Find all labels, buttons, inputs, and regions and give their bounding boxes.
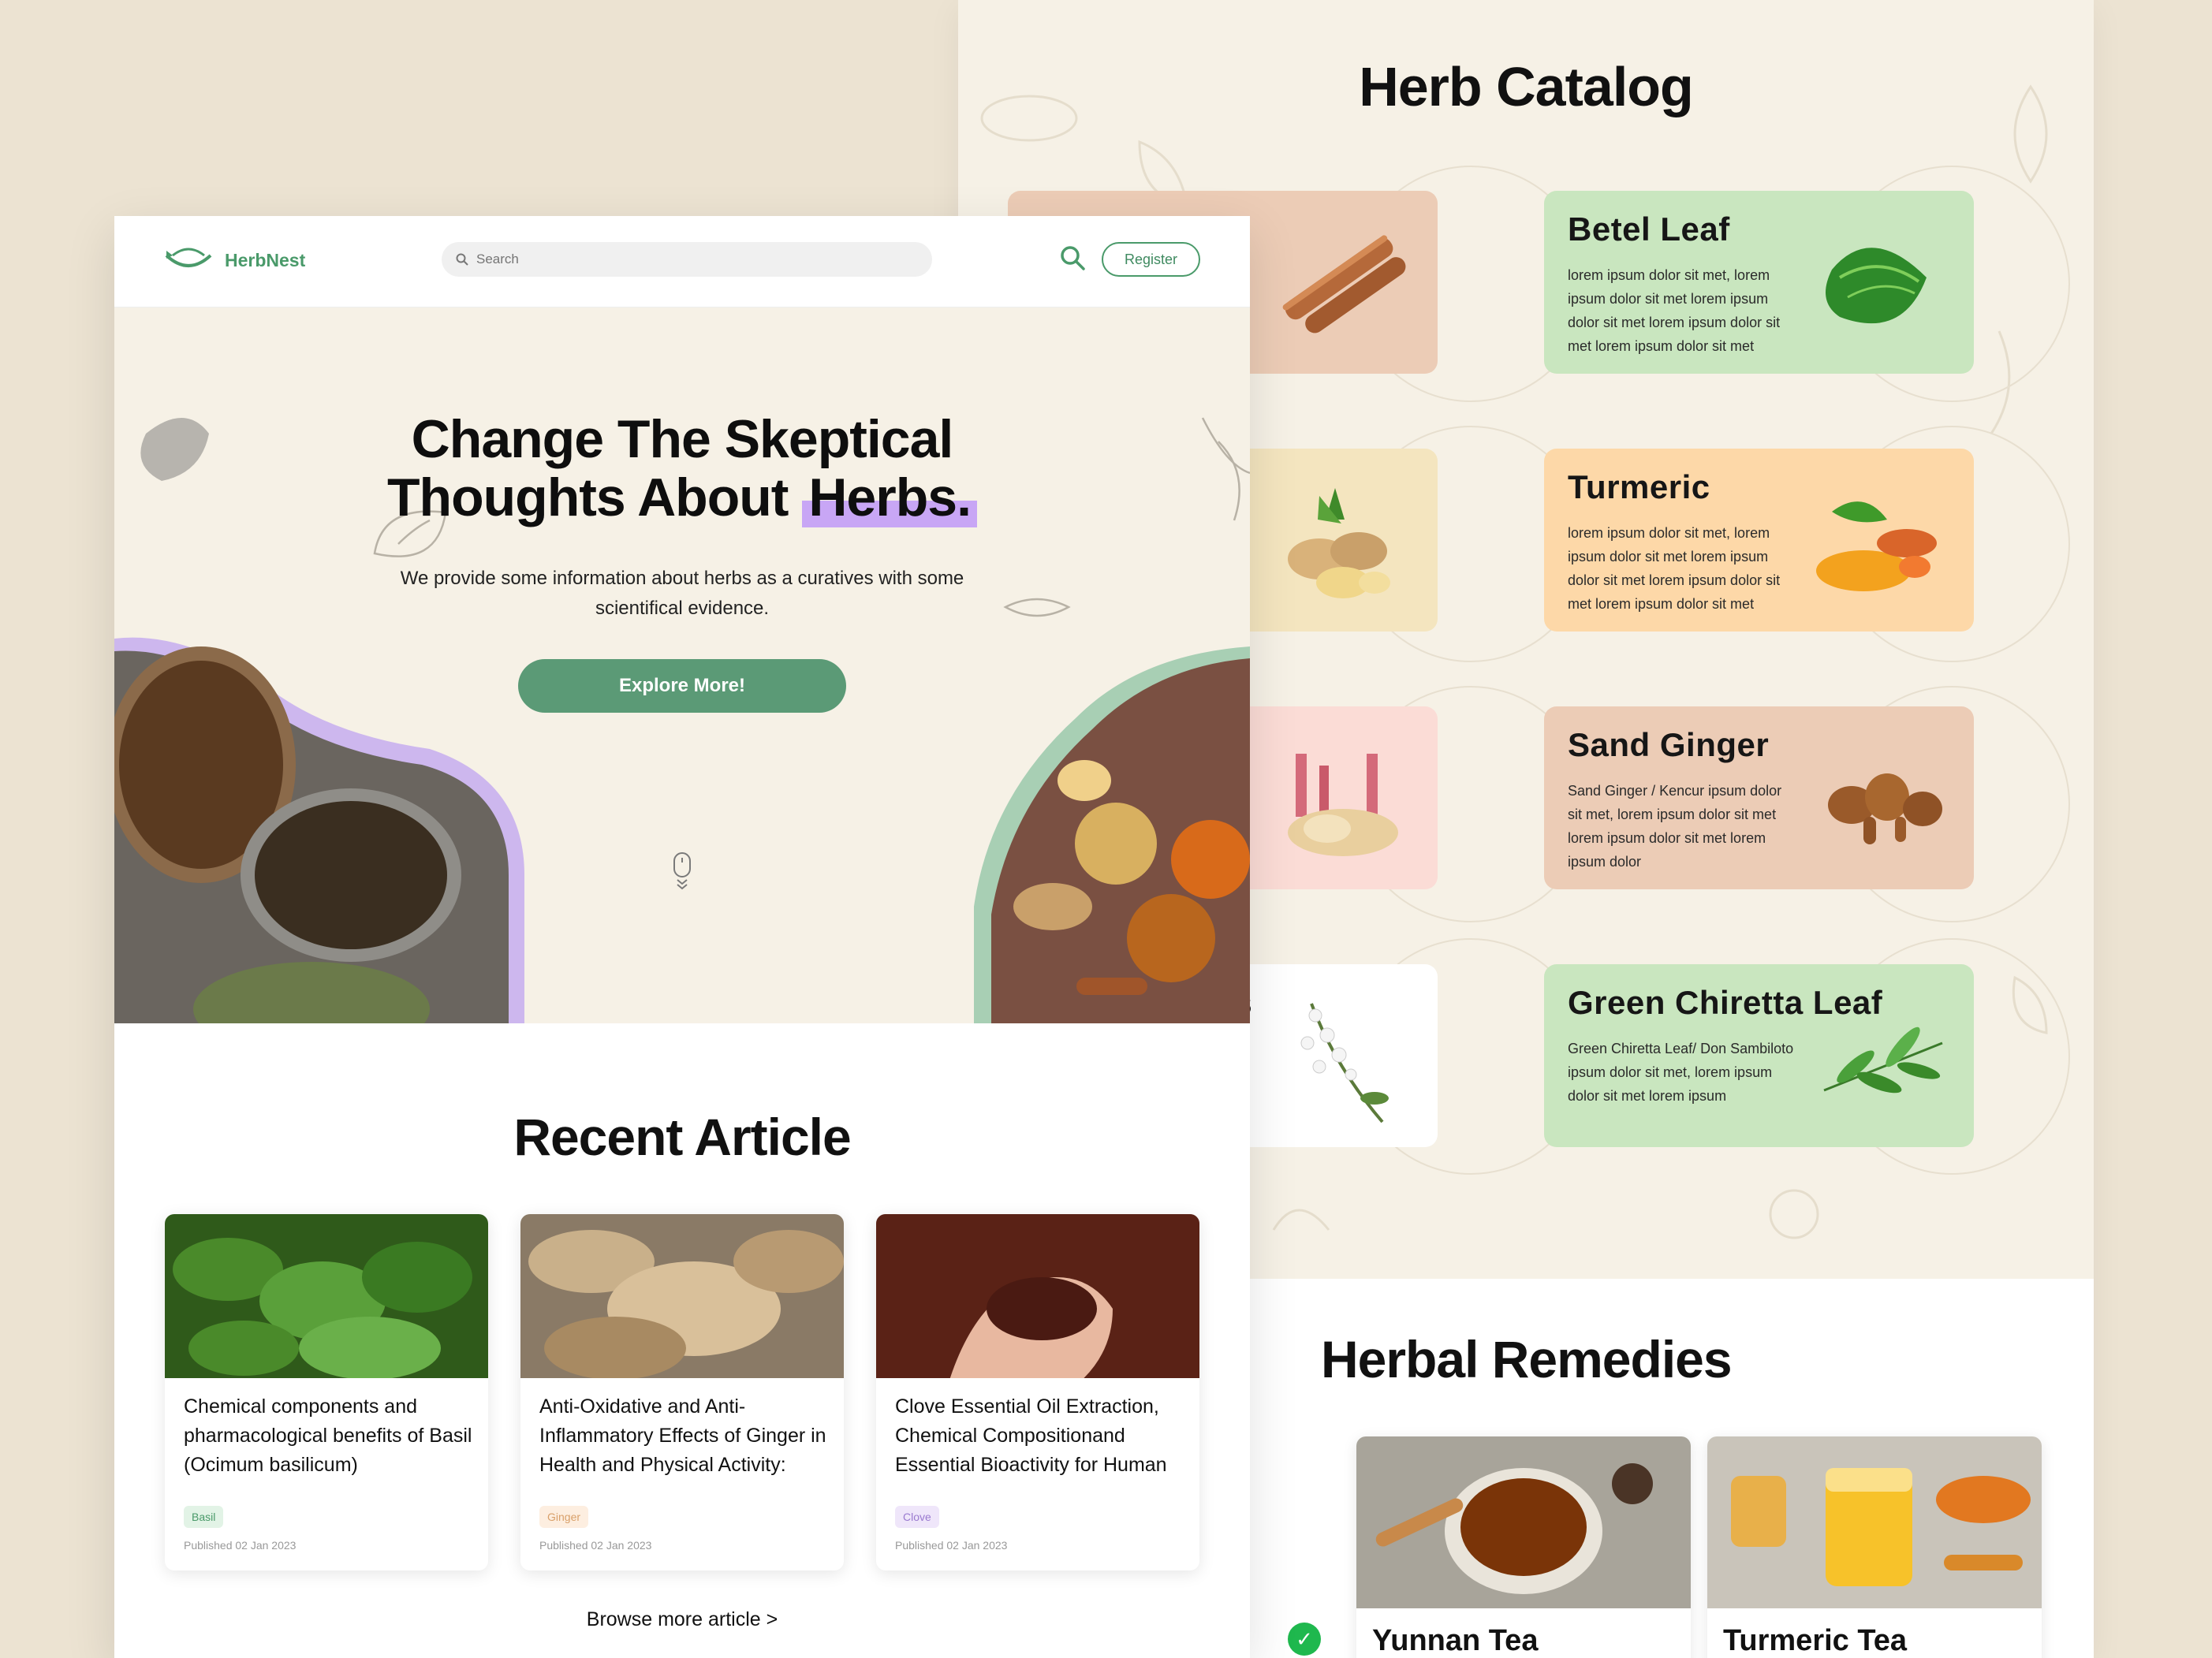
- hero-title-highlight: Herbs.: [802, 468, 977, 527]
- browse-more-link[interactable]: Browse more article >: [114, 1608, 1250, 1631]
- logo-text: HerbNest: [225, 249, 306, 270]
- hero-title-line-1: Change The Skeptical: [411, 409, 954, 469]
- search-bar[interactable]: [442, 242, 932, 277]
- herb-card-title: Betel Leaf: [1568, 211, 1730, 248]
- herb-card-sand-ginger[interactable]: Sand Ginger Sand Ginger / Kencur ipsum d…: [1544, 706, 1974, 889]
- hero-subtitle: We provide some information about herbs …: [400, 568, 964, 619]
- article-tag[interactable]: Ginger: [539, 1506, 589, 1528]
- hero-title: Change The Skeptical Thoughts About Herb…: [114, 410, 1250, 527]
- remedies-title: Herbal Remedies: [1321, 1330, 1733, 1388]
- article-title[interactable]: Chemical components and pharmacological …: [184, 1392, 476, 1480]
- herbnest-logo-icon: [165, 248, 212, 267]
- article-date: Published 02 Jan 2023: [539, 1539, 652, 1552]
- logo[interactable]: HerbNest: [163, 244, 305, 276]
- recent-article-title: Recent Article: [513, 1108, 851, 1166]
- catalog-title: Herb Catalog: [1359, 56, 1694, 117]
- remedy-card-yunnan-tea[interactable]: Yunnan Tea: [1356, 1436, 1691, 1658]
- article-date: Published 02 Jan 2023: [184, 1539, 297, 1552]
- herb-card-description: lorem ipsum dolor sit met, lorem ipsum d…: [1568, 525, 1781, 612]
- betel-leaf-icon: [1826, 248, 1927, 324]
- article-title[interactable]: Clove Essential Oil Extraction, Chemical…: [895, 1392, 1187, 1480]
- flower-icon: [1300, 1003, 1389, 1123]
- sand-ginger-icon: [1828, 773, 1942, 844]
- hero-title-line-2: Thoughts About: [387, 468, 803, 527]
- article-tag[interactable]: Basil: [184, 1506, 224, 1528]
- herb-card-green-chiretta-leaf[interactable]: Green Chiretta Leaf Green Chiretta Leaf/…: [1544, 964, 1974, 1147]
- remedy-card-turmeric-tea[interactable]: Turmeric Tea: [1707, 1436, 2042, 1658]
- remedy-title: Turmeric Tea: [1723, 1624, 1908, 1657]
- herb-card-title: Sand Ginger: [1568, 726, 1770, 763]
- article-card-ginger[interactable]: Anti-Oxidative and Anti-Inflammatory Eff…: [520, 1214, 844, 1570]
- scroll-mouse-icon[interactable]: [671, 851, 693, 891]
- ginger-photo: [520, 1214, 844, 1378]
- search-input[interactable]: [476, 251, 902, 267]
- herb-card-title: Turmeric: [1568, 468, 1710, 505]
- basil-photo: [165, 1214, 488, 1378]
- hero-section: Change The Skeptical Thoughts About Herb…: [114, 307, 1250, 1023]
- ginger-icon: [1288, 488, 1390, 598]
- home-page: HerbNest Register: [114, 216, 1250, 1658]
- article-date: Published 02 Jan 2023: [895, 1539, 1008, 1552]
- yunnan-tea-photo: [1356, 1436, 1691, 1608]
- register-button[interactable]: Register: [1102, 242, 1200, 277]
- article-card-basil[interactable]: Chemical components and pharmacological …: [165, 1214, 488, 1570]
- turmeric-tea-photo: [1707, 1436, 2042, 1608]
- herb-card-description: Sand Ginger / Kencur ipsum dolor sit met…: [1568, 783, 1782, 870]
- explore-more-button[interactable]: Explore More!: [518, 659, 846, 713]
- herb-card-betel-leaf[interactable]: Betel Leaf lorem ipsum dolor sit met, lo…: [1544, 191, 1974, 374]
- article-card-clove[interactable]: Clove Essential Oil Extraction, Chemical…: [876, 1214, 1199, 1570]
- galangal-icon: [1288, 754, 1398, 856]
- herb-card-turmeric[interactable]: Turmeric lorem ipsum dolor sit met, lore…: [1544, 449, 1974, 632]
- search-icon: [456, 253, 468, 266]
- herb-card-description: lorem ipsum dolor sit met, lorem ipsum d…: [1568, 267, 1781, 354]
- turmeric-icon: [1816, 501, 1937, 591]
- cinnamon-icon: [1282, 235, 1406, 333]
- chiretta-leaf-icon: [1823, 1026, 1943, 1094]
- remedy-title: Yunnan Tea: [1372, 1624, 1539, 1657]
- article-title[interactable]: Anti-Oxidative and Anti-Inflammatory Eff…: [539, 1392, 831, 1480]
- verified-check-icon: ✓: [1288, 1623, 1321, 1656]
- article-tag[interactable]: Clove: [895, 1506, 939, 1528]
- clove-photo: [876, 1214, 1199, 1378]
- navbar: HerbNest Register: [114, 216, 1250, 307]
- herb-card-description: Green Chiretta Leaf/ Don Sambiloto ipsum…: [1568, 1041, 1794, 1104]
- search-icon[interactable]: [1059, 244, 1086, 271]
